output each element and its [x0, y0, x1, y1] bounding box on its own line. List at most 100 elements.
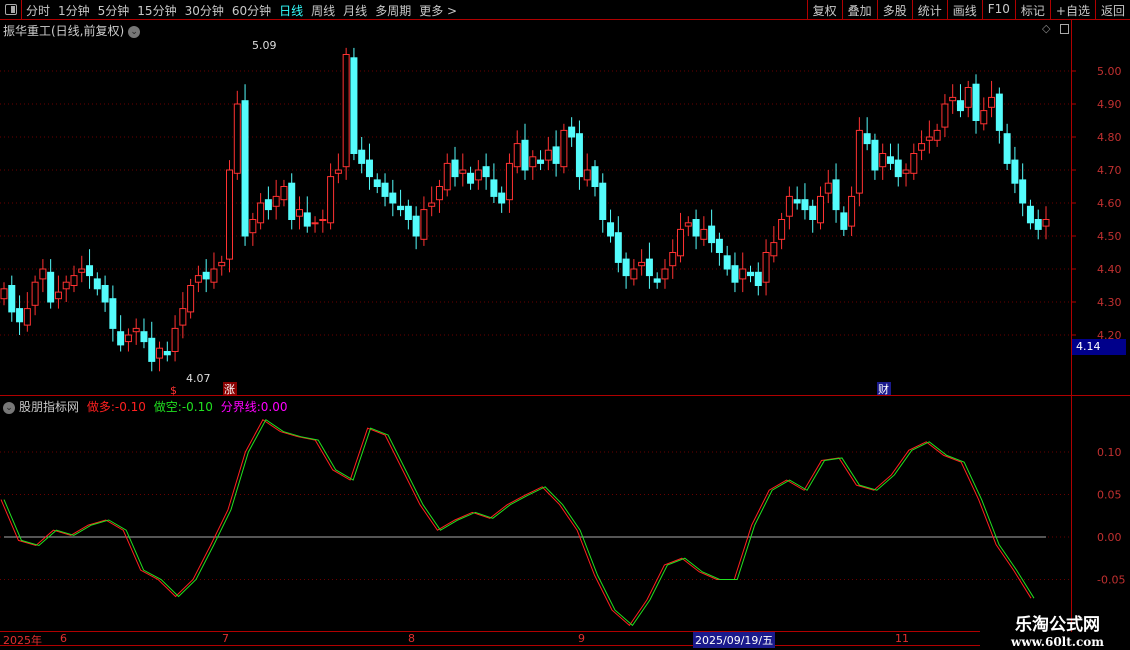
candle-body [669, 252, 677, 267]
candle-body [902, 169, 910, 174]
candle-body [614, 232, 622, 263]
candle-body [980, 110, 988, 125]
candle-body [505, 162, 513, 201]
watermark-url: www.60lt.com [1011, 635, 1104, 649]
candle-body [723, 255, 731, 270]
candle-body [964, 87, 972, 108]
candle-body [809, 205, 817, 221]
candle-body [117, 331, 125, 346]
candle-body [226, 169, 234, 260]
candle-body [47, 271, 55, 303]
candle-body [754, 271, 762, 286]
candle-body [537, 159, 545, 164]
candle-body [677, 228, 685, 257]
selected-date: 2025/09/19/五 [693, 632, 776, 648]
indicator-tick-label: 0.00 [1097, 531, 1122, 544]
candle-body [886, 156, 894, 164]
candle-body [816, 195, 824, 224]
candle-body [972, 83, 980, 121]
candle-body [280, 186, 288, 201]
candle-body [54, 291, 62, 300]
candle-body [910, 153, 918, 174]
candle-body [459, 169, 467, 174]
indicator-name: 股朋指标网 [19, 400, 80, 414]
candle-body [785, 195, 793, 217]
candle-body [700, 228, 708, 240]
candle-body [544, 149, 552, 161]
candle-body [78, 268, 86, 273]
candle-body [925, 136, 933, 141]
indicator-tick-label: -0.05 [1097, 574, 1125, 587]
candle-body [879, 153, 887, 168]
candle-body [132, 327, 140, 333]
candle-body [171, 327, 179, 352]
candle-body [194, 275, 202, 283]
candle-body [264, 199, 272, 211]
candle-body [288, 182, 296, 220]
candle-body [272, 195, 280, 207]
watermark-name: 乐淘公式网 [1015, 615, 1100, 635]
candle-body [31, 281, 39, 306]
candle-body [327, 176, 335, 224]
candle-body [93, 278, 101, 290]
candle-body [824, 182, 832, 194]
candle-body [70, 275, 78, 287]
candle-body [793, 199, 801, 204]
candle-body [1042, 219, 1050, 227]
candle-body [521, 139, 529, 171]
candle-body [467, 172, 475, 184]
candle-body [435, 186, 443, 201]
candle-body [778, 219, 786, 240]
candle-body [241, 100, 249, 237]
candle-body [101, 285, 109, 303]
date-axis[interactable]: 2025年 6 7 8 9 2025/09/19/五 11 [0, 631, 980, 648]
candle-body [474, 169, 482, 181]
indicator-title: ⌄ 股朋指标网 做多:-0.10 做空:-0.10 分界线:0.00 [3, 398, 287, 415]
month-label: 8 [408, 632, 415, 645]
candle-body [988, 96, 996, 108]
candle-body [575, 133, 583, 178]
candle-body [1034, 219, 1042, 230]
price-tick-label: 4.50 [1097, 230, 1122, 243]
price-tick-label: 5.00 [1097, 65, 1122, 78]
candle-body [148, 337, 156, 362]
candle-body [941, 103, 949, 128]
price-tick-label: 4.90 [1097, 98, 1122, 111]
price-tick-label: 4.80 [1097, 131, 1122, 144]
price-tick-label: 4.40 [1097, 263, 1122, 276]
candle-body [451, 159, 459, 178]
candle-body [684, 222, 692, 227]
price-chart[interactable]: 5.004.904.804.704.604.504.404.304.205.09… [0, 0, 1130, 650]
month-label: 11 [895, 632, 909, 645]
candle-body [645, 258, 653, 277]
candle-body [233, 103, 241, 174]
candle-body [599, 182, 607, 220]
candle-body [949, 96, 957, 102]
candle-body [482, 166, 490, 178]
candle-body [638, 261, 646, 267]
short-value: -0.10 [181, 400, 213, 414]
candle-body [739, 268, 747, 280]
chevron-down-icon[interactable]: ⌄ [3, 401, 15, 414]
candle-body [995, 93, 1003, 131]
indicator-tick-label: 0.10 [1097, 446, 1122, 459]
candle-body [762, 252, 770, 283]
candle-body [747, 271, 755, 277]
short-label: 做空: [153, 400, 182, 414]
indicator-tick-label: 0.05 [1097, 489, 1122, 502]
candle-body [583, 169, 591, 181]
candle-body [552, 146, 560, 164]
candle-body [334, 169, 342, 174]
candle-body [956, 100, 964, 112]
candle-body [568, 126, 576, 138]
month-label: 6 [60, 632, 67, 645]
candle-body [342, 54, 350, 168]
candle-body [210, 268, 218, 283]
candle-body [840, 212, 848, 230]
dollar-marker: $ [170, 384, 177, 397]
price-tick-label: 4.30 [1097, 296, 1122, 309]
candle-body [373, 179, 381, 187]
candle-body [358, 149, 366, 164]
price-tick-label: 4.70 [1097, 164, 1122, 177]
candle-body [295, 209, 303, 217]
